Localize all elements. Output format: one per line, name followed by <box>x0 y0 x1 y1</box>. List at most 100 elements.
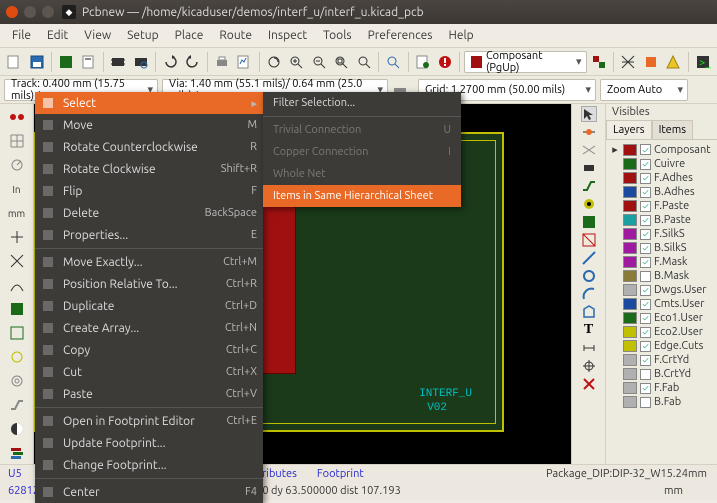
layer-checkbox[interactable]: ✓ <box>640 215 651 226</box>
contrast-mode-icon[interactable] <box>4 418 30 440</box>
ctx-duplicate[interactable]: DuplicateCtrl+D <box>35 295 263 317</box>
layer-checkbox[interactable]: ✓ <box>640 355 651 366</box>
zoom-in-icon[interactable] <box>286 51 307 73</box>
layer-checkbox[interactable]: ✓ <box>640 313 651 324</box>
ctx-rotate-clockwise[interactable]: Rotate ClockwiseShift+R <box>35 158 263 180</box>
layer-swatch[interactable] <box>623 312 637 324</box>
layer-swatch[interactable] <box>623 340 637 352</box>
menu-tools[interactable]: Tools <box>315 25 360 46</box>
layer-checkbox[interactable]: ✓ <box>640 144 651 155</box>
cursor-shape-icon[interactable] <box>4 226 30 248</box>
layer-row[interactable]: B.Fab <box>608 395 715 409</box>
layer-checkbox[interactable]: ✓ <box>640 201 651 212</box>
via-sketch-icon[interactable] <box>4 370 30 392</box>
add-dimension-icon[interactable] <box>581 340 597 356</box>
layer-row[interactable]: ✓B.Adhes <box>608 185 715 199</box>
ctx-flip[interactable]: FlipF <box>35 180 263 202</box>
add-line-icon[interactable] <box>581 250 597 266</box>
menu-help[interactable]: Help <box>440 25 481 46</box>
ctx-select[interactable]: Select▸ <box>35 92 263 114</box>
layer-checkbox[interactable]: ✓ <box>640 383 651 394</box>
highlight-net-icon[interactable] <box>581 124 597 140</box>
layer-swatch[interactable] <box>623 368 637 380</box>
track-sketch-icon[interactable] <box>4 394 30 416</box>
zoom-fit-icon[interactable] <box>331 51 352 73</box>
layer-swatch[interactable] <box>623 326 637 338</box>
ratsnest-icon[interactable] <box>618 51 639 73</box>
tab-layers[interactable]: Layers <box>606 120 652 139</box>
mode-icon[interactable] <box>641 51 662 73</box>
layer-swatch[interactable] <box>623 200 637 212</box>
units-mm[interactable]: mm <box>4 202 30 224</box>
layer-checkbox[interactable]: ✓ <box>640 299 651 310</box>
ctx-paste[interactable]: PasteCtrl+V <box>35 383 263 405</box>
ctx-update-footprint-[interactable]: Update Footprint... <box>35 432 263 454</box>
pad-sketch-icon[interactable] <box>4 346 30 368</box>
layer-checkbox[interactable]: ✓ <box>640 327 651 338</box>
layer-row[interactable]: ✓F.Adhes <box>608 171 715 185</box>
layer-swatch[interactable] <box>623 354 637 366</box>
ctx-rotate-counterclockwise[interactable]: Rotate CounterclockwiseR <box>35 136 263 158</box>
layer-checkbox[interactable]: ✓ <box>640 285 651 296</box>
zoom-out-icon[interactable] <box>309 51 330 73</box>
units-inches[interactable]: In <box>4 178 30 200</box>
ctx-position-relative-to-[interactable]: Position Relative To...Ctrl+R <box>35 273 263 295</box>
redo-icon[interactable] <box>182 51 203 73</box>
menu-inspect[interactable]: Inspect <box>260 25 315 46</box>
layer-swatch[interactable] <box>623 228 637 240</box>
layer-swatch[interactable] <box>623 144 637 156</box>
netlist-icon[interactable] <box>412 51 433 73</box>
ctx-open-in-footprint-editor[interactable]: Open in Footprint EditorCtrl+E <box>35 410 263 432</box>
ctx-cut[interactable]: CutCtrl+X <box>35 361 263 383</box>
menu-edit[interactable]: Edit <box>39 25 76 46</box>
add-text-icon[interactable]: T <box>584 322 593 338</box>
zoom-redraw-icon[interactable] <box>264 51 285 73</box>
add-footprint-icon[interactable] <box>581 160 597 176</box>
layer-row[interactable]: ✓Cmts.User <box>608 297 715 311</box>
layer-row[interactable]: ▸✓Composant <box>608 142 715 157</box>
layer-pair-icon[interactable] <box>589 51 610 73</box>
new-icon[interactable] <box>4 51 25 73</box>
scripting-icon[interactable]: >_ <box>692 51 713 73</box>
layer-row[interactable]: B.CrtYd <box>608 367 715 381</box>
save-icon[interactable] <box>27 51 48 73</box>
add-polygon-icon[interactable] <box>581 304 597 320</box>
menu-place[interactable]: Place <box>167 25 212 46</box>
layer-checkbox[interactable]: ✓ <box>640 243 651 254</box>
ctx-move-exactly-[interactable]: Move Exactly...Ctrl+M <box>35 251 263 273</box>
layer-swatch[interactable] <box>623 396 637 408</box>
page-settings-icon[interactable] <box>78 51 99 73</box>
plot-icon[interactable] <box>234 51 255 73</box>
ctx-move[interactable]: MoveM <box>35 114 263 136</box>
layer-row[interactable]: ✓F.SilkS <box>608 227 715 241</box>
add-zone-icon[interactable] <box>581 214 597 230</box>
layer-checkbox[interactable]: ✓ <box>640 229 651 240</box>
warning-icon[interactable] <box>663 51 684 73</box>
layer-swatch[interactable] <box>623 242 637 254</box>
layer-row[interactable]: ✓F.CrtYd <box>608 353 715 367</box>
layer-swatch[interactable] <box>623 214 637 226</box>
curved-ratsnest-icon[interactable] <box>4 274 30 296</box>
selection-tool-icon[interactable] <box>581 106 597 122</box>
sub-filter-selection-[interactable]: Filter Selection... <box>263 92 461 114</box>
undo-icon[interactable] <box>160 51 181 73</box>
ctx-delete[interactable]: DeleteBackSpace <box>35 202 263 224</box>
layer-row[interactable]: B.Mask <box>608 269 715 283</box>
layer-row[interactable]: ✓B.Paste <box>608 213 715 227</box>
zoom-combo[interactable]: Zoom Auto <box>600 79 688 101</box>
add-arc-icon[interactable] <box>581 286 597 302</box>
layer-row[interactable]: ✓Eco2.User <box>608 325 715 339</box>
module-viewer-icon[interactable] <box>130 51 151 73</box>
add-via-icon[interactable] <box>581 196 597 212</box>
layer-row[interactable]: ✓F.Mask <box>608 255 715 269</box>
layers-manager-icon[interactable] <box>4 442 30 464</box>
ctx-copy[interactable]: CopyCtrl+C <box>35 339 263 361</box>
layer-checkbox[interactable]: ✓ <box>640 341 651 352</box>
layer-swatch[interactable] <box>623 382 637 394</box>
grid-toggle-icon[interactable] <box>4 130 30 152</box>
drc-off-icon[interactable] <box>4 106 30 128</box>
menu-route[interactable]: Route <box>211 25 260 46</box>
layer-row[interactable]: ✓F.Fab <box>608 381 715 395</box>
layer-swatch[interactable] <box>623 158 637 170</box>
print-icon[interactable] <box>212 51 233 73</box>
